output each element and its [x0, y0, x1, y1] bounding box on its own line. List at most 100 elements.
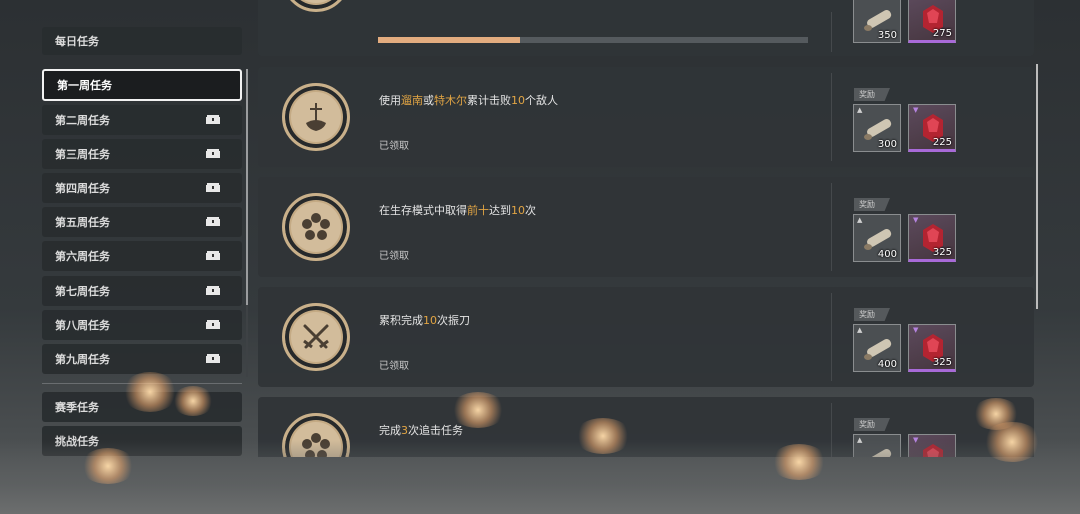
task-text-highlight: 遛南 — [401, 94, 423, 107]
sidebar-item-label: 第五周任务 — [55, 216, 110, 229]
task-text-part: 个敌人 — [525, 94, 558, 107]
task-text-part: 或 — [423, 94, 434, 107]
sidebar-scrollbar-thumb[interactable] — [246, 69, 248, 305]
task-text-part: 达到 — [489, 204, 511, 217]
reward-scroll-item[interactable]: ▲ 300 — [853, 104, 901, 152]
treasure-chest-icon — [206, 251, 220, 260]
task-status: 已领取 — [379, 361, 409, 372]
reward-tag: 奖励 — [854, 88, 890, 101]
sidebar-divider — [42, 383, 242, 384]
task-text-part: 次 — [525, 204, 536, 217]
reward-tag: 奖励 — [854, 418, 890, 431]
sidebar-item-label: 第一周任务 — [57, 79, 112, 92]
task-description: 完成3次追击任务 — [379, 422, 463, 438]
reward-count: 225 — [932, 137, 952, 148]
reward-scroll-item[interactable]: ▲ 400 — [853, 324, 901, 372]
treasure-chest-icon — [206, 183, 220, 192]
sidebar-item-week-3[interactable]: 第三周任务 — [42, 139, 242, 169]
treasure-chest-icon — [206, 149, 220, 158]
task-list-scrollbar[interactable] — [1036, 64, 1038, 309]
red-crystal-icon — [923, 444, 943, 457]
reward-gem-item[interactable]: ▼ — [908, 434, 956, 457]
task-card: 使用遛南或特木尔累计击败10个敌人 已领取 奖励 ▲ 300 ▼ 225 — [258, 67, 1034, 167]
sidebar-item-label: 第三周任务 — [55, 148, 110, 161]
sidebar-item-label: 每日任务 — [55, 35, 99, 48]
card-divider — [831, 183, 832, 271]
task-text-highlight: 10 — [511, 204, 525, 217]
task-text-highlight: 3 — [401, 424, 408, 437]
sidebar-item-label: 赛季任务 — [55, 401, 99, 414]
task-card: 在生存模式中取得前十达到10次 已领取 奖励 ▲ 400 ▼ 325 — [258, 177, 1034, 277]
sidebar-item-label: 第四周任务 — [55, 182, 110, 195]
task-text-part: 使用 — [379, 94, 401, 107]
sakura-icon — [282, 193, 350, 261]
crossed-swords-icon — [282, 303, 350, 371]
reward-count: 350 — [877, 30, 897, 41]
sword-icon — [282, 83, 350, 151]
reward-gem-item[interactable]: ▼ 225 — [908, 104, 956, 152]
sidebar-item-label: 第八周任务 — [55, 319, 110, 332]
task-card: 1/3 350 275 — [258, 0, 1034, 56]
task-status: 已领取 — [379, 251, 409, 262]
sidebar-item-season[interactable]: 赛季任务 — [42, 392, 242, 422]
scroll-icon — [867, 449, 892, 457]
task-text-part: 完成 — [379, 424, 401, 437]
task-description: 使用遛南或特木尔累计击败10个敌人 — [379, 92, 558, 108]
task-description: 在生存模式中取得前十达到10次 — [379, 202, 536, 218]
task-medal-icon — [282, 0, 350, 12]
task-card: 完成3次追击任务 奖励 ▲ ▼ — [258, 397, 1034, 457]
sidebar-item-label: 第七周任务 — [55, 285, 110, 298]
task-text-part: 累计击败 — [467, 94, 511, 107]
reward-tag: 奖励 — [854, 198, 890, 211]
sidebar-item-label: 挑战任务 — [55, 435, 99, 448]
sidebar-item-label: 第二周任务 — [55, 114, 110, 127]
task-text-highlight: 10 — [511, 94, 525, 107]
reward-count: 325 — [932, 357, 952, 368]
task-card: 累积完成10次振刀 已领取 奖励 ▲ 400 ▼ 325 — [258, 287, 1034, 387]
sidebar-item-week-9[interactable]: 第九周任务 — [42, 344, 242, 374]
sidebar-item-label: 第九周任务 — [55, 353, 110, 366]
card-divider — [831, 403, 832, 457]
reward-count: 325 — [932, 247, 952, 258]
sidebar-item-week-7[interactable]: 第七周任务 — [42, 276, 242, 306]
task-text-highlight: 10 — [423, 314, 437, 327]
treasure-chest-icon — [206, 217, 220, 226]
sidebar-item-label: 第六周任务 — [55, 250, 110, 263]
task-text-highlight: 特木尔 — [434, 94, 467, 107]
card-divider — [831, 12, 832, 52]
sidebar-item-daily[interactable]: 每日任务 — [42, 27, 242, 55]
reward-count: 275 — [932, 28, 952, 39]
task-text-highlight: 前十 — [467, 204, 489, 217]
sidebar-item-week-2[interactable]: 第二周任务 — [42, 105, 242, 135]
reward-scroll-item[interactable]: 350 — [853, 0, 901, 43]
task-text-part: 累积完成 — [379, 314, 423, 327]
reward-gem-item[interactable]: ▼ 325 — [908, 214, 956, 262]
sidebar-item-week-4[interactable]: 第四周任务 — [42, 173, 242, 203]
sidebar-item-week-8[interactable]: 第八周任务 — [42, 310, 242, 340]
reward-count: 300 — [877, 139, 897, 150]
reward-count: 400 — [877, 249, 897, 260]
treasure-chest-icon — [206, 320, 220, 329]
sidebar-item-week-6[interactable]: 第六周任务 — [42, 241, 242, 271]
task-description: 累积完成10次振刀 — [379, 312, 470, 328]
task-text-part: 次追击任务 — [408, 424, 463, 437]
task-text-part: 次振刀 — [437, 314, 470, 327]
sidebar-item-challenge[interactable]: 挑战任务 — [42, 426, 242, 456]
card-divider — [831, 73, 832, 161]
treasure-chest-icon — [206, 115, 220, 124]
sidebar-item-week-1[interactable]: 第一周任务 — [42, 69, 242, 101]
sidebar-item-week-5[interactable]: 第五周任务 — [42, 207, 242, 237]
reward-scroll-item[interactable]: ▲ — [853, 434, 901, 457]
sakura-icon — [282, 413, 350, 457]
treasure-chest-icon — [206, 286, 220, 295]
task-progress-bar: 1/3 — [378, 35, 928, 45]
treasure-chest-icon — [206, 354, 220, 363]
reward-tag: 奖励 — [854, 308, 890, 321]
task-status: 已领取 — [379, 141, 409, 152]
card-divider — [831, 293, 832, 381]
reward-scroll-item[interactable]: ▲ 400 — [853, 214, 901, 262]
reward-gem-item[interactable]: 275 — [908, 0, 956, 43]
task-text-part: 在生存模式中取得 — [379, 204, 467, 217]
reward-gem-item[interactable]: ▼ 325 — [908, 324, 956, 372]
task-progress-fill — [378, 37, 520, 43]
